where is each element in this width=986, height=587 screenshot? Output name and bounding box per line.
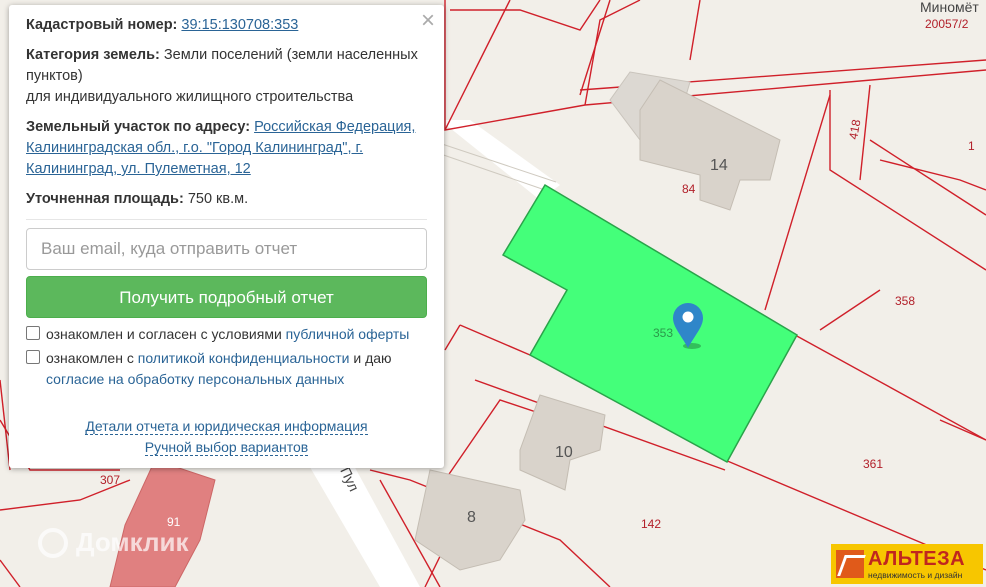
cadastral-row: Кадастровый номер: 39:15:130708:353 [26, 15, 427, 36]
cadastral-number-link[interactable]: 39:15:130708:353 [181, 17, 298, 33]
watermark-text: Домклик [76, 527, 189, 557]
info-panel: × Кадастровый номер: 39:15:130708:353 Ка… [9, 5, 444, 468]
bottom-links: Детали отчета и юридическая информация Р… [9, 416, 444, 458]
street-label-top: Миномёт [920, 0, 979, 15]
building-label-10: 10 [555, 444, 573, 461]
close-icon[interactable]: × [421, 8, 435, 34]
privacy-checkbox[interactable] [26, 350, 40, 364]
plot-label-20057: 20057/2 [925, 17, 969, 31]
category-row: Категория земель: Земли поселений (земли… [26, 45, 427, 108]
public-offer-link[interactable]: публичной оферты [286, 326, 410, 342]
plot-label-361: 361 [863, 457, 883, 471]
category-use: для индивидуального жилищного строительс… [26, 89, 354, 105]
domclick-watermark: Домклик [38, 527, 188, 558]
logo-name: АЛЬТЕЗА [868, 547, 966, 570]
building-label-14: 14 [710, 157, 728, 174]
address-label: Земельный участок по адресу: [26, 119, 251, 135]
get-report-button[interactable]: Получить подробный отчет [26, 276, 427, 318]
altesa-logo-icon [836, 550, 864, 578]
privacy-agreement-text: ознакомлен с политикой конфиденциальност… [46, 350, 392, 387]
plot-label-1: 1 [968, 139, 975, 153]
domclick-icon [38, 527, 68, 558]
plot-label-84: 84 [682, 182, 696, 196]
building-label-8: 8 [467, 509, 476, 526]
offer-agreement-text: ознакомлен и согласен с условиями публич… [46, 326, 410, 342]
plot-label-353: 353 [653, 326, 673, 340]
category-label: Категория земель: [26, 47, 160, 63]
offer-agreement[interactable]: ознакомлен и согласен с условиями публич… [26, 324, 427, 345]
logo-tagline: недвижимость и дизайн [868, 569, 963, 580]
manual-selection-link[interactable]: Ручной выбор вариантов [144, 439, 309, 456]
personal-data-consent-link[interactable]: согласие на обработку персональных данны… [46, 371, 344, 387]
plot-label-307: 307 [100, 473, 120, 487]
altesa-logo: АЛЬТЕЗА недвижимость и дизайн [831, 544, 983, 584]
plot-label-358: 358 [895, 294, 915, 308]
email-input[interactable] [26, 228, 427, 270]
area-label: Уточненная площадь: [26, 191, 184, 207]
area-row: Уточненная площадь: 750 кв.м. [26, 189, 427, 210]
offer-checkbox[interactable] [26, 326, 40, 340]
address-row: Земельный участок по адресу: Российская … [26, 117, 427, 180]
divider [26, 219, 427, 220]
cadastral-label: Кадастровый номер: [26, 17, 178, 33]
privacy-agreement[interactable]: ознакомлен с политикой конфиденциальност… [26, 348, 427, 390]
report-details-link[interactable]: Детали отчета и юридическая информация [85, 418, 368, 435]
plot-label-142: 142 [641, 517, 661, 531]
area-value: 750 кв.м. [187, 191, 249, 207]
privacy-policy-link[interactable]: политикой конфиденциальности [138, 350, 350, 366]
